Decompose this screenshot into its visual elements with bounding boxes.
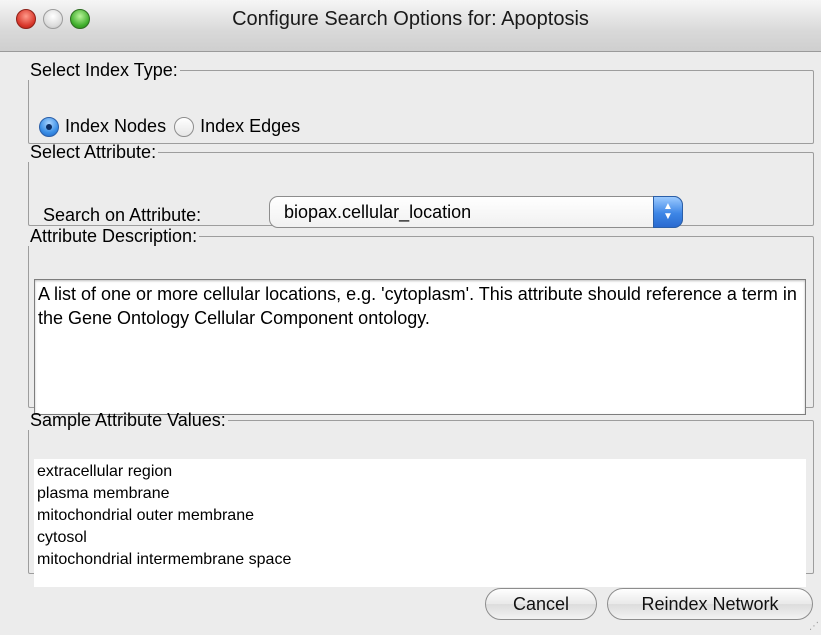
reindex-network-button[interactable]: Reindex Network: [607, 588, 813, 620]
list-item[interactable]: mitochondrial intermembrane space: [37, 549, 803, 571]
list-item[interactable]: mitochondrial outer membrane: [37, 505, 803, 527]
select-attribute-group: Select Attribute: Search on Attribute: b…: [28, 142, 814, 228]
window-title: Configure Search Options for: Apoptosis: [232, 8, 589, 30]
list-item[interactable]: plasma membrane: [37, 483, 803, 505]
list-item[interactable]: cytosol: [37, 527, 803, 549]
index-edges-radio[interactable]: [174, 116, 195, 137]
index-nodes-radio[interactable]: [39, 116, 59, 137]
sample-values-group: Sample Attribute Values: extracellular r…: [28, 410, 814, 587]
chevron-updown-icon[interactable]: ▲ ▼: [653, 196, 683, 228]
sample-values-legend: Sample Attribute Values:: [30, 410, 226, 430]
attribute-description-group: Attribute Description: A list of one or …: [28, 226, 814, 415]
select-attribute-legend: Select Attribute:: [30, 142, 157, 162]
index-type-legend: Select Index Type:: [30, 60, 178, 80]
search-attribute-label: Search on Attribute:: [43, 205, 202, 225]
index-type-group: Select Index Type: Index Nodes Index Edg…: [28, 60, 814, 144]
title-bar: Configure Search Options for: Apoptosis: [0, 0, 821, 52]
attribute-description-text[interactable]: A list of one or more cellular locations…: [34, 279, 806, 415]
list-item[interactable]: extracellular region: [37, 461, 803, 483]
index-edges-label[interactable]: Index Edges: [200, 116, 300, 137]
attribute-description-legend: Attribute Description:: [30, 226, 198, 246]
attribute-select[interactable]: biopax.cellular_location ▲ ▼: [269, 196, 683, 228]
index-type-options: Index Nodes Index Edges: [39, 116, 308, 137]
sample-values-list[interactable]: extracellular region plasma membrane mit…: [34, 459, 806, 587]
index-nodes-label[interactable]: Index Nodes: [65, 116, 166, 137]
resize-grip-icon[interactable]: ⋰: [807, 621, 819, 633]
attribute-select-value: biopax.cellular_location: [284, 202, 472, 222]
cancel-button[interactable]: Cancel: [485, 588, 597, 620]
